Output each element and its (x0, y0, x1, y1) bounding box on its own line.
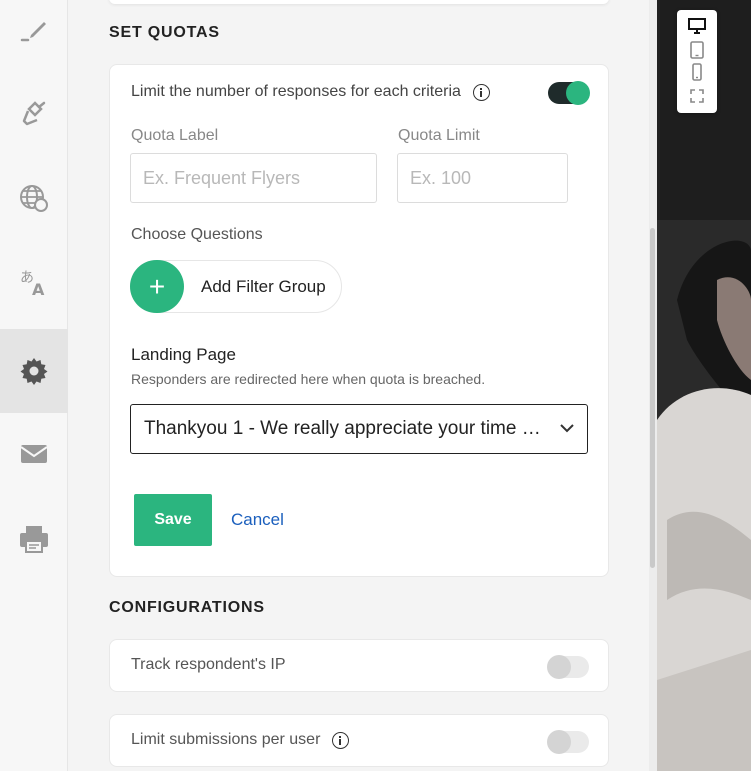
landing-page-selected-value: Thankyou 1 - We really appreciate your t… (144, 418, 551, 439)
translate-icon: あA (20, 270, 45, 298)
pen-icon (20, 22, 46, 42)
cancel-link[interactable]: Cancel (231, 510, 284, 530)
gear-icon (20, 358, 48, 385)
add-filter-group-label: Add Filter Group (201, 276, 326, 296)
quota-label-input[interactable] (130, 153, 377, 203)
set-quotas-title: SET QUOTAS (109, 24, 220, 41)
sidebar-item-email[interactable] (0, 412, 68, 496)
desktop-icon[interactable] (688, 17, 706, 35)
config-item-row: Limit submissions per user (131, 731, 350, 749)
quota-limit-input[interactable] (397, 153, 568, 203)
landing-page-title: Landing Page (131, 345, 236, 364)
save-button[interactable]: Save (134, 494, 212, 546)
sidebar-item-settings[interactable] (0, 329, 68, 413)
quota-limit-title: Quota Limit (398, 127, 480, 144)
svg-text:A: A (32, 280, 45, 298)
form-preview (657, 0, 751, 771)
globe-icon (20, 185, 48, 212)
paint-brush-icon (22, 101, 46, 126)
add-filter-group-button[interactable]: + Add Filter Group (130, 260, 342, 313)
landing-page-subtitle: Responders are redirected here when quot… (131, 371, 486, 387)
mail-icon (20, 445, 48, 463)
limit-responses-label: Limit the number of responses for each c… (131, 83, 461, 100)
toggle-knob (566, 81, 590, 105)
sidebar-item-design[interactable] (0, 72, 68, 156)
config-item-track-ip: Track respondent's IP (109, 639, 609, 692)
device-switcher (677, 10, 717, 113)
limit-submissions-toggle[interactable] (547, 730, 589, 754)
landing-page-select[interactable]: Thankyou 1 - We really appreciate your t… (130, 404, 588, 454)
panel-scrollbar-thumb[interactable] (650, 228, 655, 568)
tablet-icon[interactable] (688, 41, 706, 59)
info-icon[interactable] (472, 83, 490, 101)
configurations-title: CONFIGURATIONS (109, 599, 265, 616)
mobile-icon[interactable] (688, 63, 706, 81)
sidebar-item-edit[interactable] (0, 0, 68, 72)
settings-panel: SET QUOTAS Limit the number of responses… (69, 0, 649, 771)
chevron-down-icon (560, 424, 574, 433)
sidebar: あA (0, 0, 68, 771)
sidebar-item-language-web[interactable] (0, 156, 68, 240)
sidebar-item-translate[interactable]: あA (0, 240, 68, 324)
plus-icon: + (130, 260, 184, 313)
quota-card: Limit the number of responses for each c… (109, 64, 609, 577)
choose-questions-label: Choose Questions (131, 226, 263, 243)
limit-responses-row: Limit the number of responses for each c… (131, 83, 490, 101)
config-item-limit-submissions: Limit submissions per user (109, 714, 609, 767)
fullscreen-icon[interactable] (688, 87, 706, 105)
toggle-knob (547, 730, 571, 754)
printer-icon (20, 526, 48, 553)
config-item-label: Track respondent's IP (131, 656, 286, 673)
previous-card (109, 0, 609, 4)
track-ip-toggle[interactable] (547, 655, 589, 679)
config-item-label: Limit submissions per user (131, 731, 321, 748)
info-icon[interactable] (332, 731, 350, 749)
preview-background-photo (657, 0, 751, 771)
sidebar-item-print[interactable] (0, 497, 68, 581)
toggle-knob (547, 655, 571, 679)
quota-label-title: Quota Label (131, 127, 219, 144)
limit-responses-toggle[interactable] (548, 81, 590, 105)
